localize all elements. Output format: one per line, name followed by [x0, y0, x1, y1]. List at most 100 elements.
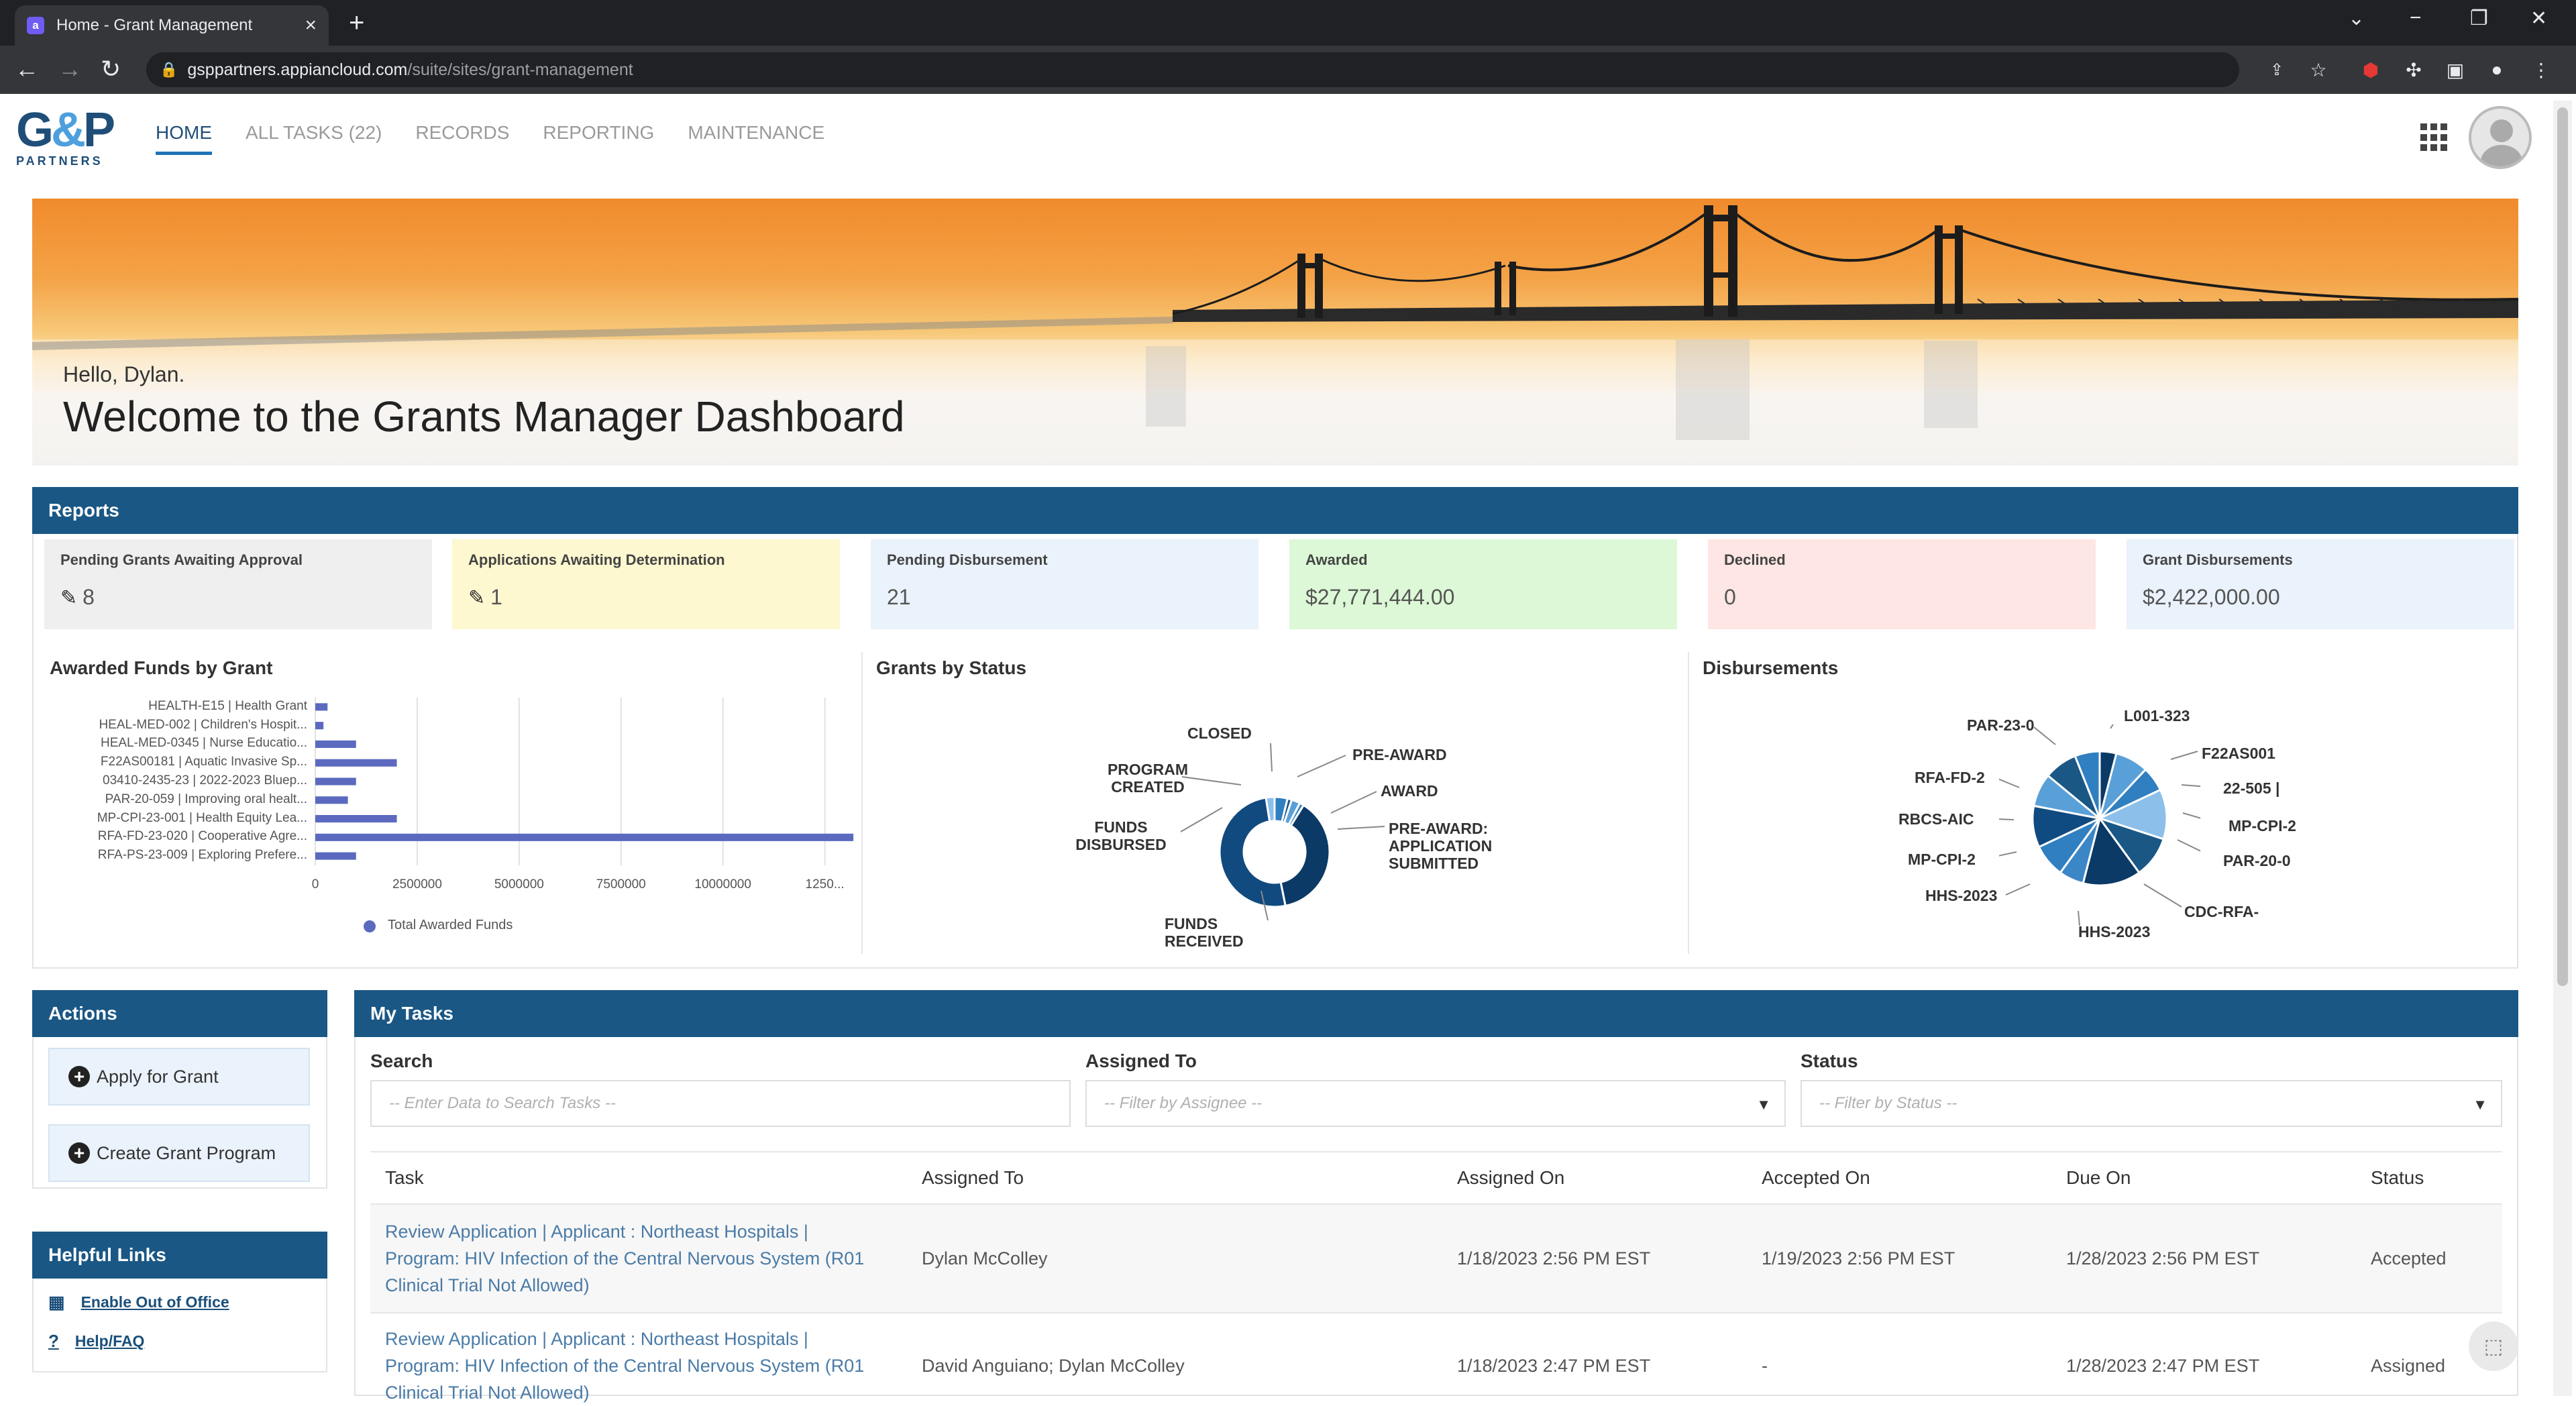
leader-line — [2177, 839, 2200, 852]
question-mark-icon: ? — [48, 1331, 59, 1351]
apps-grid-icon[interactable] — [2420, 123, 2449, 152]
leader-line — [2143, 883, 2182, 908]
disbursement-slice-label: PAR-23-0 — [1967, 716, 2035, 734]
calendar-icon: ▦ — [48, 1292, 65, 1312]
disbursement-slice-label: HHS-2023 — [1925, 887, 1998, 904]
cell-assigned-on: 1/18/2023 2:47 PM EST — [1457, 1356, 1651, 1376]
status-slice-label: PRE-AWARD — [1352, 746, 1447, 763]
bar — [315, 833, 854, 841]
status-label: Status — [1801, 1050, 1858, 1071]
leader-line — [1999, 818, 2015, 820]
bar-category-label: RFA-PS-23-009 | Exploring Prefere... — [97, 848, 307, 863]
assignee-filter-dropdown[interactable]: -- Filter by Assignee -- ▼ — [1085, 1080, 1786, 1127]
bookmark-star-icon[interactable]: ☆ — [2306, 58, 2330, 82]
restore-icon[interactable]: ❐ — [2470, 7, 2488, 30]
disbursement-slice-label: F22AS001 — [2202, 745, 2275, 762]
report-card-label: Awarded — [1305, 551, 1368, 568]
status-filter-dropdown[interactable]: -- Filter by Status -- ▼ — [1801, 1080, 2502, 1127]
col-assigned-to[interactable]: Assigned To — [922, 1167, 1024, 1189]
apply-for-grant-label: Apply for Grant — [97, 1066, 219, 1087]
bar — [315, 722, 324, 730]
x-tick-label: 1250... — [805, 877, 845, 891]
report-card-value: $2,422,000.00 — [2143, 585, 2498, 610]
bar-category-label: PAR-20-059 | Improving oral healt... — [105, 792, 307, 806]
profile-icon[interactable]: ● — [2485, 58, 2509, 82]
col-status[interactable]: Status — [2371, 1167, 2424, 1189]
chevron-down-icon: ▼ — [2473, 1096, 2487, 1113]
close-window-icon[interactable]: ✕ — [2530, 7, 2547, 30]
leader-line — [1330, 791, 1377, 814]
x-tick-label: 7500000 — [596, 877, 646, 891]
leader-line — [1180, 807, 1223, 832]
extensions-puzzle-icon[interactable]: ✣ — [2402, 58, 2426, 82]
report-card[interactable]: Pending Disbursement 21 — [871, 539, 1258, 629]
page-scrollbar[interactable] — [2553, 101, 2572, 1396]
chevron-down-icon: ▼ — [1756, 1096, 1771, 1113]
leader-line — [1337, 826, 1385, 830]
leader-line — [1999, 778, 2020, 788]
report-card[interactable]: Awarded $27,771,444.00 — [1289, 539, 1677, 629]
disbursement-slice-label: L001-323 — [2124, 707, 2190, 724]
disbursements-pie — [1999, 724, 2200, 926]
bar — [315, 796, 348, 804]
table-divider — [370, 1312, 2502, 1313]
sidepanel-icon[interactable]: ▣ — [2443, 58, 2467, 82]
status-slice-label: AWARD — [1381, 782, 1438, 800]
share-icon[interactable]: ⇪ — [2265, 58, 2289, 82]
search-label: Search — [370, 1050, 433, 1071]
report-card-label: Pending Disbursement — [887, 551, 1048, 568]
extension-shield-icon[interactable]: ⬢ — [2359, 58, 2383, 82]
col-task[interactable]: Task — [385, 1167, 424, 1189]
cursor-select-icon[interactable]: ⬚ — [2469, 1321, 2518, 1371]
bar-category-label: HEALTH-E15 | Health Grant — [148, 698, 307, 713]
status-slice-label: PRE-AWARD: APPLICATION SUBMITTED — [1389, 820, 1493, 872]
plus-circle-icon: + — [68, 1142, 90, 1164]
create-grant-program-button[interactable]: + Create Grant Program — [48, 1124, 310, 1182]
disbursement-slice-label: HHS-2023 — [2078, 923, 2151, 940]
grants-by-status-title: Grants by Status — [876, 657, 1027, 678]
disbursement-slice-label: RFA-FD-2 — [1915, 769, 1985, 786]
col-assigned-on[interactable]: Assigned On — [1457, 1167, 1564, 1189]
minimize-icon[interactable]: − — [2410, 7, 2422, 30]
enable-out-of-office-link[interactable]: ▦ Enable Out of Office — [48, 1292, 229, 1313]
bar-category-label: MP-CPI-23-001 | Health Equity Lea... — [97, 810, 307, 825]
task-link[interactable]: Review Application | Applicant : Northea… — [385, 1218, 881, 1299]
x-tick-label: 10000000 — [694, 877, 751, 891]
leader-line — [2110, 724, 2114, 729]
report-card[interactable]: Grant Disbursements $2,422,000.00 — [2127, 539, 2514, 629]
bar — [315, 703, 328, 711]
col-due-on[interactable]: Due On — [2066, 1167, 2131, 1189]
leader-line — [2005, 883, 2031, 896]
help-faq-label: Help/FAQ — [74, 1332, 145, 1350]
user-avatar[interactable] — [2469, 106, 2532, 169]
leader-line — [1297, 755, 1346, 777]
status-slice-label: FUNDS RECEIVED — [1165, 915, 1244, 950]
col-accepted-on[interactable]: Accepted On — [1762, 1167, 1870, 1189]
leader-line — [1999, 851, 2017, 857]
report-card[interactable]: Declined 0 — [1708, 539, 2096, 629]
search-tasks-input[interactable]: -- Enter Data to Search Tasks -- — [370, 1080, 1071, 1127]
report-card-label: Declined — [1724, 551, 1786, 568]
disbursement-slice-label: RBCS-AIC — [1898, 810, 1974, 828]
task-link[interactable]: Review Application | Applicant : Northea… — [385, 1326, 881, 1406]
tab-search-icon[interactable]: ⌄ — [2348, 7, 2365, 30]
actions-header: Actions — [32, 990, 327, 1037]
x-tick-label: 2500000 — [392, 877, 442, 891]
cell-assigned-to: Dylan McColley — [922, 1248, 1048, 1268]
browser-menu-icon[interactable]: ⋮ — [2529, 58, 2553, 82]
cell-status: Accepted — [2371, 1248, 2447, 1268]
leader-line — [1270, 743, 1273, 772]
help-faq-link[interactable]: ? Help/FAQ — [48, 1331, 144, 1352]
status-slice-label: FUNDS DISBURSED — [1075, 818, 1167, 853]
bar — [315, 852, 356, 860]
x-tick-label: 0 — [311, 877, 319, 891]
report-card-label: Grant Disbursements — [2143, 551, 2293, 568]
create-grant-program-label: Create Grant Program — [97, 1142, 276, 1163]
assigned-to-label: Assigned To — [1085, 1050, 1197, 1071]
legend-total-awarded-funds[interactable]: Total Awarded Funds — [388, 918, 513, 933]
cell-assigned-on: 1/18/2023 2:56 PM EST — [1457, 1248, 1651, 1268]
disbursement-slice-label: MP-CPI-2 — [1908, 851, 1976, 868]
my-tasks-header: My Tasks — [354, 990, 2518, 1037]
cell-due-on: 1/28/2023 2:56 PM EST — [2066, 1248, 2260, 1268]
apply-for-grant-button[interactable]: + Apply for Grant — [48, 1048, 310, 1105]
